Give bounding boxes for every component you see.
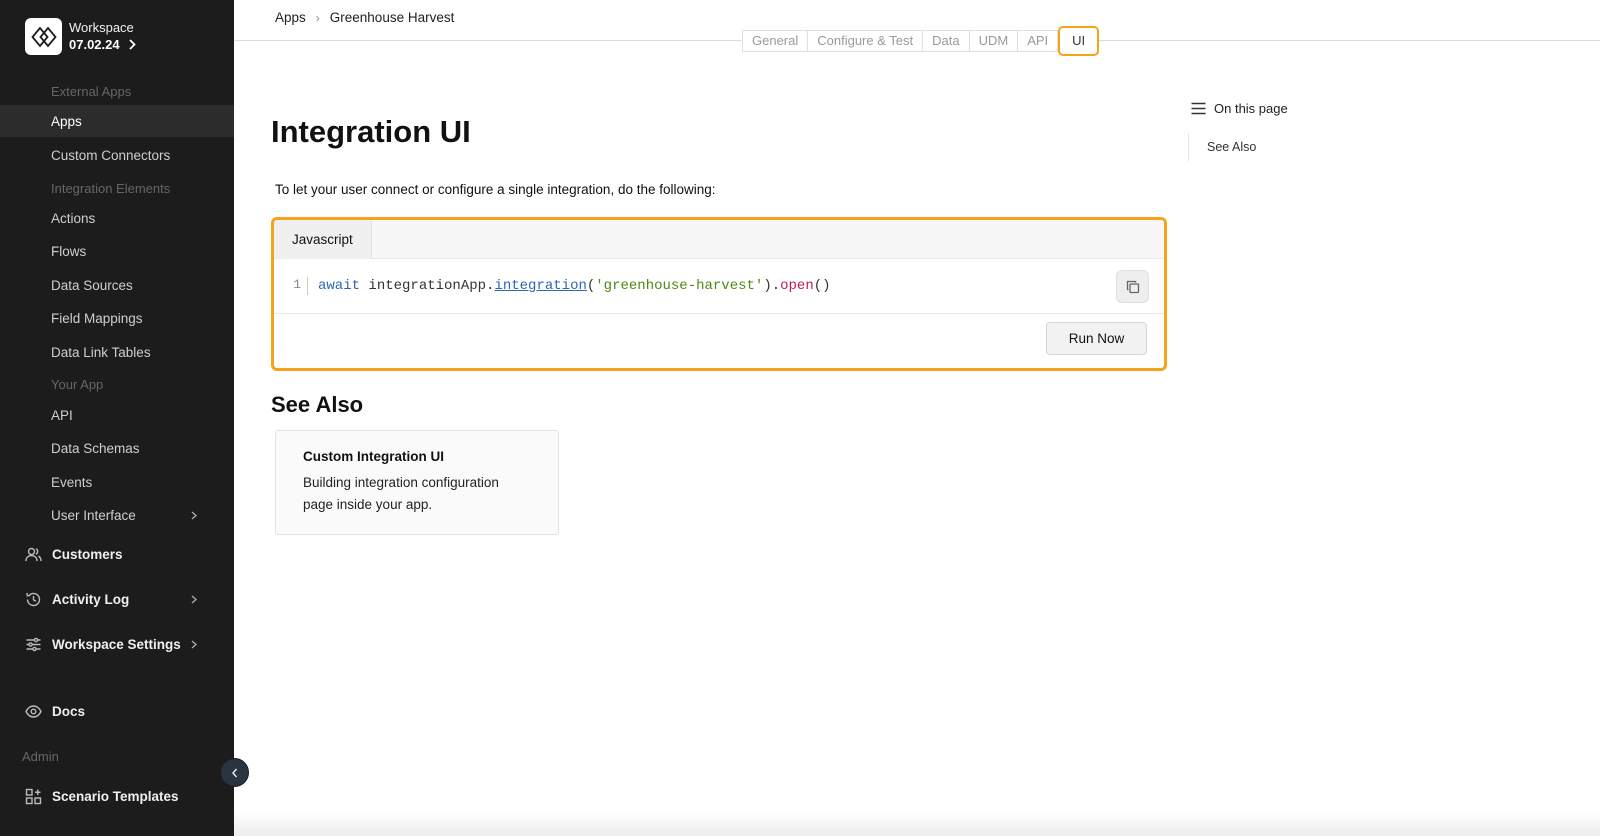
chevron-right-icon [188, 593, 200, 605]
sidebar-item-label: Scenario Templates [52, 788, 179, 804]
breadcrumb-apps[interactable]: Apps [275, 10, 306, 25]
card-description: Building integration configuration page … [303, 475, 499, 512]
line-number: 1 [293, 276, 301, 292]
sidebar-item-actions[interactable]: Actions [0, 202, 234, 234]
tab-ui[interactable]: UI [1058, 26, 1100, 56]
custom-integration-ui-card[interactable]: Custom Integration UI Building integrati… [275, 430, 559, 535]
workspace-version: 07.02.24 [69, 36, 120, 52]
sidebar-item-label: Data Sources [51, 277, 133, 293]
tab-configure-test[interactable]: Configure & Test [808, 31, 924, 51]
sidebar-item-data-link-tables[interactable]: Data Link Tables [0, 336, 234, 368]
chevron-right-icon [128, 39, 136, 50]
code-text: await integrationApp.integration('greenh… [318, 278, 831, 294]
sidebar-item-label: Events [51, 474, 93, 490]
list-icon [1190, 100, 1206, 116]
code-example: Javascript 1 await integrationApp.integr… [271, 217, 1167, 371]
sidebar-item-label: Data Schemas [51, 440, 140, 456]
sidebar-item-flows[interactable]: Flows [0, 235, 234, 267]
sidebar-item-data-sources[interactable]: Data Sources [0, 269, 234, 301]
collapse-sidebar-button[interactable] [220, 758, 249, 787]
toc-item-see-also[interactable]: See Also [1207, 140, 1256, 154]
sliders-icon [25, 636, 42, 653]
sidebar-item-label: Docs [52, 703, 86, 719]
breadcrumb: Apps › Greenhouse Harvest [275, 10, 454, 25]
sidebar-item-activity-log[interactable]: Activity Log [0, 583, 234, 615]
breadcrumb-current: Greenhouse Harvest [329, 10, 455, 25]
sidebar-item-api[interactable]: API [0, 399, 234, 431]
on-this-page-label: On this page [1214, 100, 1288, 116]
tab-api[interactable]: API [1018, 31, 1059, 51]
sidebar-item-label: Apps [51, 113, 82, 129]
section-integration-elements: Integration Elements [51, 181, 171, 196]
sidebar-item-label: Customers [52, 546, 123, 562]
section-your-app: Your App [51, 377, 104, 392]
card-title: Custom Integration UI [303, 449, 444, 464]
sidebar-item-events[interactable]: Events [0, 466, 234, 498]
sidebar-item-data-schemas[interactable]: Data Schemas [0, 432, 234, 464]
workspace-logo-icon [25, 18, 62, 55]
see-also-heading: See Also [271, 392, 364, 417]
page-title: Integration UI [271, 114, 471, 149]
sidebar-item-label: Custom Connectors [51, 147, 171, 163]
sidebar-item-workspace-settings[interactable]: Workspace Settings [0, 628, 234, 660]
chevron-left-icon [231, 768, 237, 777]
copy-code-button[interactable] [1116, 270, 1149, 303]
sidebar-item-label: Workspace Settings [52, 636, 181, 652]
chevron-right-icon [188, 509, 200, 521]
eye-icon [25, 703, 42, 720]
chevron-right-icon: › [315, 10, 320, 25]
sidebar-item-field-mappings[interactable]: Field Mappings [0, 302, 234, 334]
sidebar: Workspace 07.02.24 External Apps Apps Cu… [0, 0, 234, 836]
sidebar-item-docs[interactable]: Docs [0, 695, 234, 727]
sidebar-item-label: Field Mappings [51, 310, 143, 326]
sidebar-item-label: Activity Log [52, 591, 130, 607]
sidebar-item-custom-connectors[interactable]: Custom Connectors [0, 139, 234, 171]
sidebar-item-label: API [51, 407, 73, 423]
tab-data[interactable]: Data [923, 31, 970, 51]
intro-text: To let your user connect or configure a … [275, 182, 716, 197]
history-icon [25, 591, 42, 608]
sidebar-item-customers[interactable]: Customers [0, 538, 234, 570]
code-line: 1 await integrationApp.integration('gree… [274, 259, 1164, 314]
templates-icon [25, 788, 42, 805]
tab-general[interactable]: General [743, 31, 809, 51]
sidebar-item-label: Actions [51, 210, 96, 226]
sidebar-item-label: Data Link Tables [51, 344, 151, 360]
sidebar-item-apps[interactable]: Apps [0, 105, 234, 137]
sidebar-item-label: Flows [51, 243, 87, 259]
app-tabs: General Configure & Test Data UDM API UI [742, 26, 1100, 56]
workspace-name: Workspace [69, 20, 134, 36]
sidebar-item-scenario-templates[interactable]: Scenario Templates [0, 780, 234, 812]
run-now-button[interactable]: Run Now [1046, 322, 1147, 355]
section-admin: Admin [22, 749, 59, 764]
chevron-right-icon [188, 638, 200, 650]
tab-udm[interactable]: UDM [969, 31, 1019, 51]
sidebar-item-user-interface[interactable]: User Interface [0, 499, 234, 531]
on-this-page-header: On this page [1190, 100, 1288, 116]
copy-icon [1126, 280, 1139, 293]
sidebar-item-label: User Interface [51, 507, 136, 523]
code-tab-javascript[interactable]: Javascript [274, 220, 372, 259]
users-icon [25, 546, 42, 563]
section-external-apps: External Apps [51, 84, 132, 99]
workspace-switcher[interactable]: Workspace 07.02.24 [25, 18, 136, 55]
